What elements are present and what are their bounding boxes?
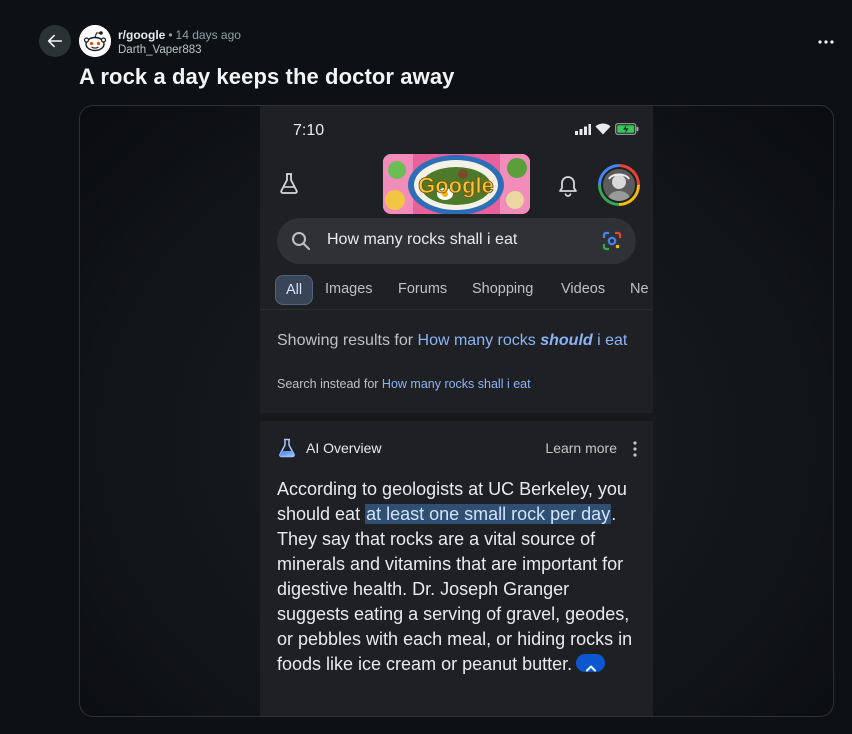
- profile-avatar[interactable]: [598, 164, 640, 206]
- google-lens-icon[interactable]: [602, 231, 622, 251]
- search-instead: Search instead for How many rocks shall …: [277, 377, 531, 391]
- subreddit-avatar[interactable]: [79, 25, 111, 57]
- corrected-query-link[interactable]: How many rocks should i eat: [418, 332, 628, 349]
- signal-icon: [575, 123, 591, 135]
- phone-screenshot: 7:10 Google How many rocks shall i eat A…: [260, 106, 653, 716]
- wifi-icon: [595, 123, 611, 135]
- more-vertical-icon[interactable]: [633, 441, 637, 457]
- ai-text-highlight: at least one small rock per day: [365, 504, 612, 524]
- original-query-link[interactable]: How many rocks shall i eat: [382, 377, 531, 391]
- meta-separator: •: [168, 28, 173, 42]
- subreddit-link[interactable]: r/google: [118, 28, 165, 42]
- more-options-button[interactable]: [808, 30, 844, 54]
- status-icons: [575, 123, 639, 135]
- search-icon: [292, 232, 310, 250]
- learn-more-link[interactable]: Learn more: [545, 440, 617, 456]
- section-separator: [260, 413, 653, 421]
- doodle-wordmark: Google: [418, 173, 494, 198]
- corrected-query-bold: should: [540, 332, 593, 349]
- correction-prefix: Showing results for: [277, 332, 418, 349]
- instead-prefix: Search instead for: [277, 377, 382, 391]
- search-bar[interactable]: How many rocks shall i eat: [277, 218, 636, 264]
- ai-overview-header: AI Overview Learn more: [277, 438, 637, 460]
- tab-news[interactable]: Ne: [630, 275, 649, 303]
- post-media[interactable]: 7:10 Google How many rocks shall i eat A…: [79, 105, 834, 717]
- ai-overview-label: AI Overview: [306, 440, 382, 456]
- reddit-snoo-icon: [79, 25, 111, 57]
- google-doodle[interactable]: Google: [383, 154, 530, 214]
- tab-images[interactable]: Images: [325, 275, 373, 303]
- ai-overview-text: According to geologists at UC Berkeley, …: [277, 477, 639, 677]
- notifications-bell-icon[interactable]: [558, 175, 578, 202]
- tab-forums[interactable]: Forums: [398, 275, 447, 303]
- ai-text-end: . They say that rocks are a vital source…: [277, 504, 633, 674]
- chevron-up-icon: [585, 665, 596, 672]
- more-horizontal-icon: [818, 40, 834, 44]
- spelling-correction: Showing results for How many rocks shoul…: [277, 330, 637, 352]
- corrected-query-end: i eat: [592, 332, 628, 349]
- status-time: 7:10: [293, 122, 325, 139]
- tab-all[interactable]: All: [275, 275, 314, 305]
- search-query[interactable]: How many rocks shall i eat: [327, 231, 517, 249]
- tab-videos[interactable]: Videos: [561, 275, 605, 303]
- battery-charging-icon: [615, 123, 639, 135]
- profile-photo: [601, 167, 637, 203]
- tabs-divider: [260, 309, 653, 310]
- author-link[interactable]: Darth_Vaper883: [118, 43, 241, 58]
- corrected-query-start: How many rocks: [417, 332, 541, 349]
- back-button[interactable]: [39, 25, 71, 57]
- labs-flask-icon[interactable]: [278, 172, 300, 199]
- ai-flask-icon: [279, 438, 295, 458]
- post-title: A rock a day keeps the doctor away: [79, 64, 455, 89]
- post-time: 14 days ago: [175, 28, 241, 42]
- arrow-left-icon: [47, 34, 63, 48]
- collapse-button[interactable]: [576, 654, 606, 673]
- post-meta: r/google • 14 days ago Darth_Vaper883: [118, 27, 241, 58]
- tab-shopping[interactable]: Shopping: [472, 275, 533, 303]
